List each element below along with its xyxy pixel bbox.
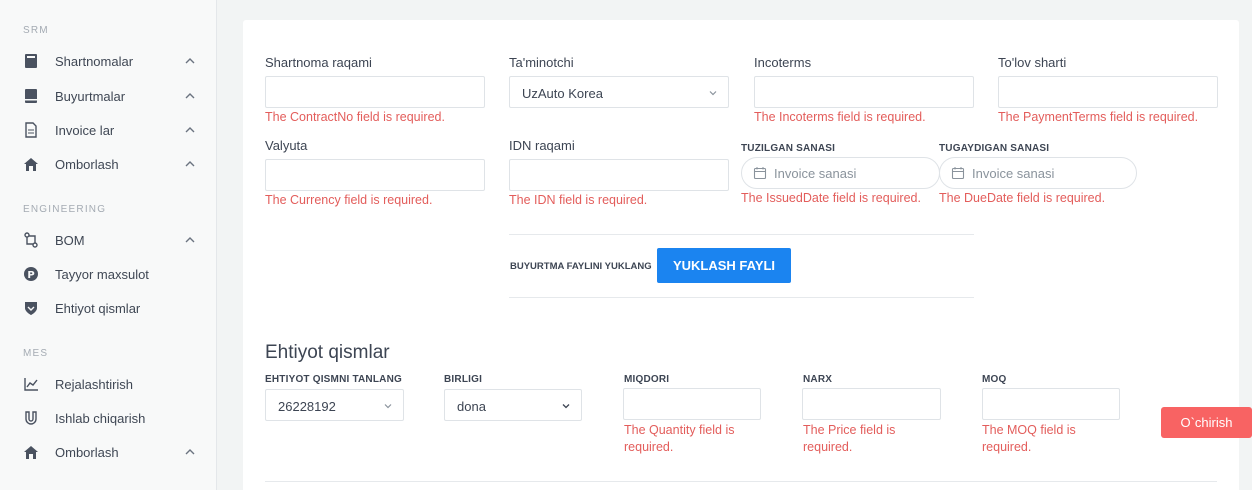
chevron-up-icon	[185, 127, 195, 133]
divider	[509, 297, 974, 298]
magnet-icon	[25, 411, 37, 425]
divider	[265, 481, 1217, 482]
sidebar-item-label: BOM	[55, 232, 85, 248]
section-title-engineering: ENGINEERING	[23, 204, 107, 215]
calendar-icon	[951, 167, 965, 180]
supplier-select[interactable]: UzAuto Korea	[509, 76, 729, 108]
idn-error: The IDN field is required.	[509, 193, 648, 207]
home-icon	[24, 446, 38, 459]
price-input[interactable]	[802, 388, 941, 420]
part-select[interactable]: 26228192	[265, 389, 404, 421]
upload-label: BUYURTMA FAYLINI YUKLANG	[510, 261, 652, 272]
due-date-error: The DueDate field is required.	[939, 191, 1106, 205]
book-icon	[25, 89, 37, 103]
moq-error: The MOQ field is required.	[982, 423, 1076, 454]
sidebar-item-label: Omborlash	[55, 444, 119, 460]
svg-text:P: P	[27, 270, 34, 281]
moq-input[interactable]	[982, 388, 1120, 420]
part-select-label: EHTIYOT QISMNI TANLANG	[265, 374, 402, 385]
flow-icon	[24, 232, 38, 248]
due-date-label: TUGAYDIGAN SANASI	[939, 143, 1050, 154]
price-label: NARX	[803, 374, 833, 385]
price-error: The Price field is required.	[803, 423, 896, 454]
product-icon: P	[24, 267, 38, 281]
idn-label: IDN raqami	[509, 138, 575, 153]
chevron-up-icon	[185, 93, 195, 99]
sidebar-item-label: Ishlab chiqarish	[55, 410, 146, 426]
document-icon	[25, 122, 37, 138]
quantity-error: The Quantity field is required.	[624, 423, 735, 454]
supplier-value: UzAuto Korea	[522, 86, 603, 101]
chevron-up-icon	[185, 237, 195, 243]
sidebar-item-label: Shartnomalar	[55, 53, 134, 69]
quantity-label: MIQDORI	[624, 374, 670, 385]
sidebar-item-invoice[interactable]: Invoice lar	[0, 115, 216, 145]
due-date-placeholder: Invoice sanasi	[972, 166, 1055, 181]
sidebar-item-shartnomalar[interactable]: Shartnomalar	[0, 46, 216, 76]
payment-terms-label: To'lov sharti	[998, 55, 1067, 70]
supplier-label: Ta'minotchi	[509, 55, 574, 70]
sidebar-item-omborlash[interactable]: Omborlash	[0, 149, 216, 179]
sidebar-item-ishlab-chiqarish[interactable]: Ishlab chiqarish	[0, 403, 216, 433]
chevron-down-icon	[562, 404, 570, 409]
home-icon	[24, 158, 38, 171]
upload-button[interactable]: YUKLASH FAYLI	[657, 248, 791, 283]
section-title-mes: MES	[23, 348, 49, 359]
sidebar-item-label: Tayyor maxsulot	[55, 266, 149, 282]
sidebar-item-ehtiyot-qismlar[interactable]: Ehtiyot qismlar	[0, 293, 216, 323]
chevron-up-icon	[185, 449, 195, 455]
unit-select-label: BIRLIGI	[444, 374, 483, 385]
incoterms-input[interactable]	[754, 76, 974, 108]
chevron-up-icon	[185, 161, 195, 167]
contract-no-error: The ContractNo field is required.	[265, 110, 445, 124]
shield-icon	[25, 302, 37, 315]
parts-heading: Ehtiyot qismlar	[265, 342, 390, 363]
book-icon	[25, 54, 37, 68]
sidebar-item-label: Rejalashtirish	[55, 376, 134, 392]
issued-date-label: TUZILGAN SANASI	[741, 143, 836, 154]
chevron-up-icon	[185, 58, 195, 64]
incoterms-label: Incoterms	[754, 55, 812, 70]
sidebar-item-label: Invoice lar	[55, 122, 115, 138]
chevron-down-icon	[709, 91, 717, 96]
currency-input[interactable]	[265, 159, 485, 191]
sidebar-item-bom[interactable]: BOM	[0, 225, 216, 255]
sidebar-item-label: Omborlash	[55, 156, 119, 172]
unit-select-value: dona	[457, 399, 486, 414]
currency-label: Valyuta	[265, 138, 308, 153]
idn-input[interactable]	[509, 159, 729, 191]
part-select-value: 26228192	[278, 399, 336, 414]
sidebar: SRM Shartnomalar Buyurtmalar Invoice lar…	[0, 0, 217, 490]
chart-icon	[24, 378, 38, 391]
sidebar-item-buyurtmalar[interactable]: Buyurtmalar	[0, 81, 216, 111]
currency-error: The Currency field is required.	[265, 193, 433, 207]
quantity-input[interactable]	[623, 388, 761, 420]
sidebar-item-label: Ehtiyot qismlar	[55, 300, 141, 316]
sidebar-item-tayyor-maxsulot[interactable]: P Tayyor maxsulot	[0, 259, 216, 289]
section-title-srm: SRM	[23, 25, 49, 36]
delete-button[interactable]: O`chirish	[1161, 407, 1252, 438]
payment-terms-error: The PaymentTerms field is required.	[998, 110, 1199, 124]
contract-no-label: Shartnoma raqami	[265, 55, 372, 70]
divider	[509, 234, 974, 235]
calendar-icon	[753, 167, 767, 180]
due-date-input[interactable]: Invoice sanasi	[939, 157, 1137, 189]
sidebar-item-omborlash-mes[interactable]: Omborlash	[0, 437, 216, 467]
contract-no-input[interactable]	[265, 76, 485, 108]
unit-select[interactable]: dona	[444, 389, 582, 421]
chevron-down-icon	[384, 404, 392, 409]
issued-date-input[interactable]: Invoice sanasi	[741, 157, 940, 189]
issued-date-placeholder: Invoice sanasi	[774, 166, 857, 181]
payment-terms-input[interactable]	[998, 76, 1218, 108]
incoterms-error: The Incoterms field is required.	[754, 110, 926, 124]
issued-date-error: The IssuedDate field is required.	[741, 191, 921, 205]
moq-label: MOQ	[982, 374, 1007, 385]
sidebar-item-label: Buyurtmalar	[55, 88, 126, 104]
sidebar-item-rejalashtirish[interactable]: Rejalashtirish	[0, 369, 216, 399]
